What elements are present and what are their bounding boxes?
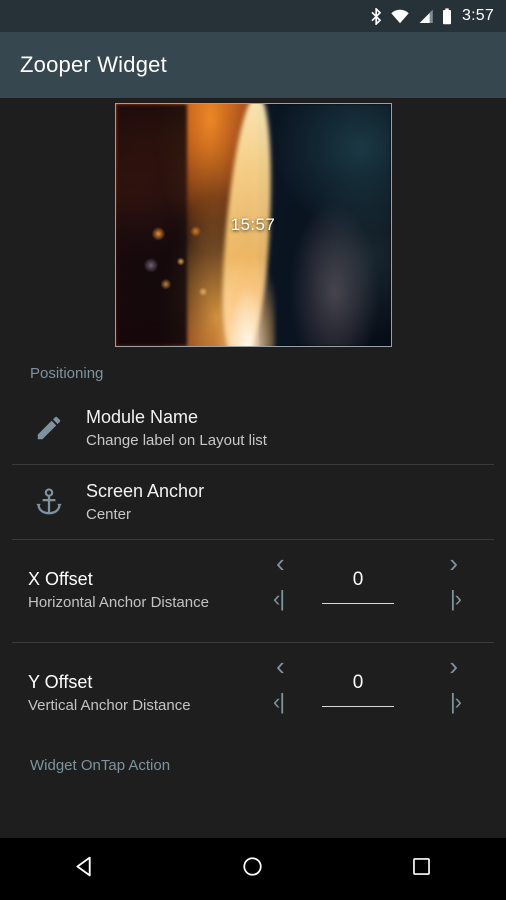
settings-scroll-area[interactable]: 15:57 Positioning Module Name Change lab… [0, 98, 506, 838]
y-offset-decrement-small-icon[interactable]: ‹ [276, 653, 285, 679]
row-x-offset-subtitle: Horizontal Anchor Distance [28, 594, 209, 612]
row-module-name-subtitle: Change label on Layout list [86, 432, 267, 449]
app-bar-title: Zooper Widget [20, 52, 167, 77]
row-y-offset-subtitle: Vertical Anchor Distance [28, 697, 191, 715]
cellular-signal-icon [417, 9, 434, 24]
battery-icon [442, 7, 452, 25]
row-x-offset-title: X Offset [28, 568, 93, 589]
x-offset-increment-large-icon[interactable]: |› [450, 588, 462, 610]
widget-preview-container: 15:57 [0, 98, 506, 347]
section-header-widget-ontap-action: Widget OnTap Action [30, 757, 171, 774]
bluetooth-icon [370, 7, 383, 25]
x-offset-increment-small-icon[interactable]: › [449, 550, 458, 576]
x-offset-decrement-large-icon[interactable]: ‹| [273, 588, 285, 610]
app-bar: Zooper Widget [0, 32, 506, 98]
app-screen: 3:57 Zooper Widget 15:57 Positioning Mod… [0, 0, 506, 900]
x-offset-stepper[interactable]: ‹ › ‹| |› 0 [268, 540, 506, 642]
row-module-name[interactable]: Module Name Change label on Layout list [0, 392, 506, 464]
back-icon [72, 854, 97, 884]
row-module-name-text: Module Name Change label on Layout list [86, 406, 494, 451]
row-screen-anchor-text: Screen Anchor Center [86, 480, 494, 525]
row-y-offset-text: Y Offset Vertical Anchor Distance [0, 643, 268, 745]
status-bar-clock: 3:57 [462, 7, 494, 24]
x-offset-decrement-small-icon[interactable]: ‹ [276, 550, 285, 576]
row-screen-anchor-title: Screen Anchor [86, 480, 205, 501]
row-screen-anchor-subtitle: Center [86, 506, 132, 523]
y-offset-increment-large-icon[interactable]: |› [450, 691, 462, 713]
row-module-name-title: Module Name [86, 406, 199, 427]
anchor-icon [12, 486, 86, 518]
y-offset-value: 0 [352, 672, 364, 693]
nav-back-button[interactable] [29, 838, 139, 900]
x-offset-value: 0 [352, 569, 364, 590]
preview-clock-text: 15:57 [230, 215, 276, 234]
row-screen-anchor[interactable]: Screen Anchor Center [0, 465, 506, 539]
section-header-positioning: Positioning [30, 365, 104, 382]
home-icon [241, 855, 264, 883]
x-offset-value-field[interactable]: 0 [322, 570, 394, 604]
y-offset-value-field[interactable]: 0 [322, 673, 394, 707]
android-nav-bar [0, 838, 506, 900]
y-offset-underline [322, 706, 394, 707]
recents-icon [411, 856, 432, 882]
row-x-offset-text: X Offset Horizontal Anchor Distance [0, 540, 268, 642]
nav-home-button[interactable] [198, 838, 308, 900]
y-offset-increment-small-icon[interactable]: › [449, 653, 458, 679]
wifi-icon [391, 9, 409, 24]
nav-recents-button[interactable] [367, 838, 477, 900]
status-bar: 3:57 [0, 0, 506, 32]
row-y-offset-title: Y Offset [28, 671, 93, 692]
pencil-icon [12, 413, 86, 443]
widget-preview[interactable]: 15:57 [114, 103, 392, 347]
row-y-offset[interactable]: Y Offset Vertical Anchor Distance ‹ › ‹|… [0, 643, 506, 745]
y-offset-decrement-large-icon[interactable]: ‹| [273, 691, 285, 713]
y-offset-stepper[interactable]: ‹ › ‹| |› 0 [268, 643, 506, 745]
row-x-offset[interactable]: X Offset Horizontal Anchor Distance ‹ › … [0, 540, 506, 642]
preview-flame-glow [214, 249, 275, 346]
x-offset-underline [322, 603, 394, 604]
